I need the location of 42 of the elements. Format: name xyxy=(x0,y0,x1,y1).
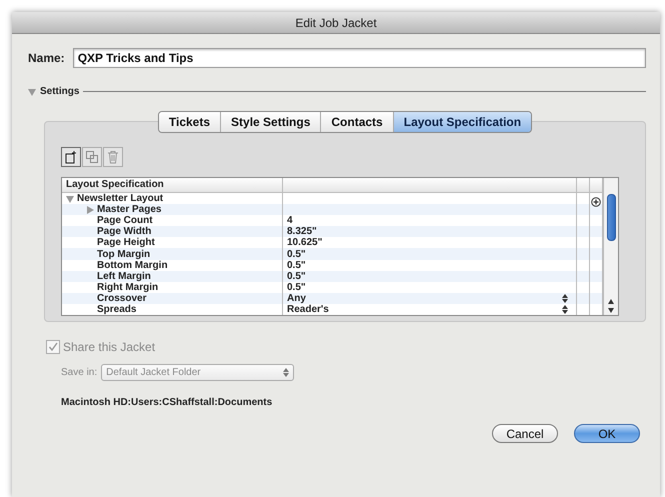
ok-button[interactable]: OK xyxy=(574,424,640,443)
add-icon[interactable] xyxy=(591,197,601,207)
duplicate-icon xyxy=(85,150,99,164)
scroll-down-icon[interactable] xyxy=(607,306,615,315)
property-value: 10.625" xyxy=(287,237,322,248)
property-value: 8.325" xyxy=(287,226,317,238)
cancel-button[interactable]: Cancel xyxy=(492,424,558,443)
property-name: Crossover xyxy=(62,292,283,304)
share-label: Share this Jacket xyxy=(63,340,156,354)
scroll-up-icon[interactable] xyxy=(607,297,615,306)
disclosure-triangle-icon[interactable] xyxy=(28,88,36,96)
property-value: 0.5" xyxy=(287,248,306,260)
save-in-label: Save in: xyxy=(61,367,98,378)
disclosure-triangle-icon[interactable] xyxy=(86,206,94,214)
tab[interactable]: Style Settings xyxy=(221,112,322,132)
property-name: Page Width xyxy=(62,226,283,238)
tab[interactable]: Layout Specification xyxy=(394,112,532,132)
window-title: Edit Job Jacket xyxy=(295,16,377,30)
property-value: 0.5" xyxy=(287,260,306,271)
toolbar-button[interactable] xyxy=(61,147,81,167)
property-value: 4 xyxy=(287,215,293,226)
property-name: Master Pages xyxy=(62,204,283,216)
property-name: Top Margin xyxy=(62,248,283,260)
folder-path: Macintosh HD:Users:CShaffstall:Documents xyxy=(61,397,274,408)
property-value: 0.5" xyxy=(287,270,306,282)
new-item-icon xyxy=(64,150,78,164)
disclosure-triangle-icon[interactable] xyxy=(66,194,74,203)
scroll-thumb[interactable] xyxy=(606,194,616,241)
property-value[interactable]: Any xyxy=(287,292,306,304)
property-value[interactable]: Reader's xyxy=(287,304,329,315)
trash-icon xyxy=(106,150,120,164)
stepper-arrows-icon xyxy=(562,294,568,303)
tab[interactable]: Contacts xyxy=(321,112,394,132)
name-field[interactable]: QXP Tricks and Tips xyxy=(72,48,646,68)
name-label: Name: xyxy=(28,51,65,65)
stepper-arrows-icon xyxy=(283,368,290,377)
settings-label: Settings xyxy=(40,86,80,97)
property-value: 0.5" xyxy=(287,282,306,293)
property-name: Left Margin xyxy=(62,270,283,282)
stepper-arrows-icon xyxy=(562,304,568,314)
property-name: Spreads xyxy=(62,304,283,315)
tab[interactable]: Tickets xyxy=(158,112,222,132)
